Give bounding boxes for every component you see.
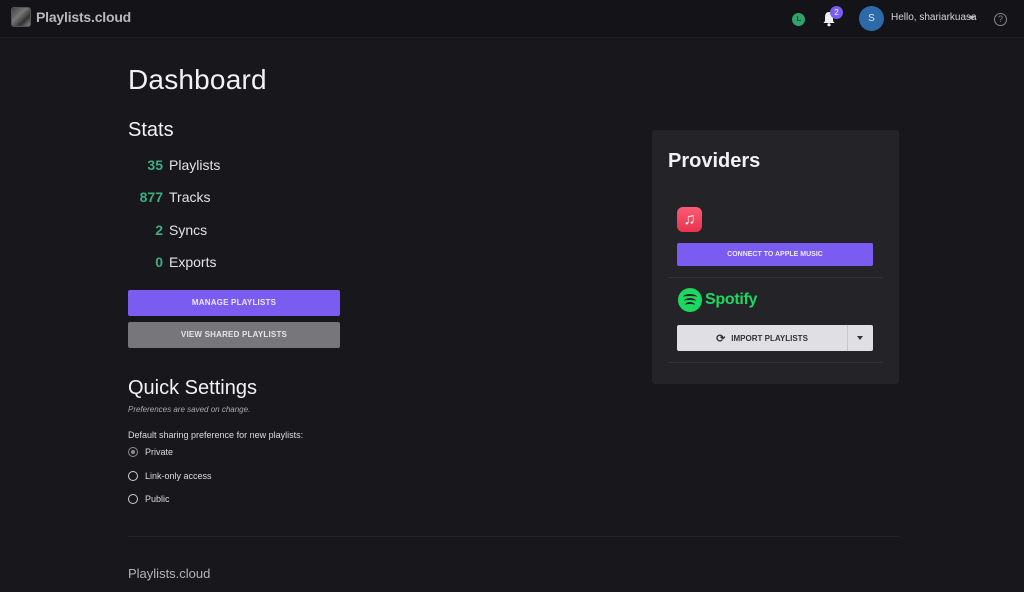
- avatar[interactable]: S: [859, 6, 884, 31]
- stat-value: 35: [147, 157, 163, 173]
- apple-music-icon: ♫: [677, 207, 702, 232]
- top-navbar: Playlists.cloud 2 S Hello, shariarkuasa …: [0, 0, 1024, 38]
- radio-link-only[interactable]: Link-only access: [128, 469, 212, 483]
- spotify-wordmark: Spotify: [705, 291, 758, 308]
- page-title: Dashboard: [128, 64, 267, 95]
- logo-icon: [11, 7, 31, 27]
- sharing-preference-label: Default sharing preference for new playl…: [128, 430, 304, 440]
- spotify-icon: [678, 288, 702, 312]
- providers-card: Providers ♫ CONNECT TO APPLE MUSIC Spoti…: [652, 130, 899, 384]
- quick-settings-heading: Quick Settings: [128, 377, 257, 399]
- brand-name: Playlists.cloud: [36, 9, 132, 25]
- footer-divider: [128, 536, 900, 537]
- stat-label: Exports: [169, 254, 217, 270]
- help-icon[interactable]: ?: [994, 13, 1007, 26]
- stat-label: Syncs: [169, 222, 208, 238]
- view-shared-playlists-button[interactable]: VIEW SHARED PLAYLISTS: [128, 322, 340, 348]
- stat-exports: 0 Exports: [128, 254, 328, 274]
- stat-syncs: 2 Syncs: [128, 222, 328, 242]
- radio-public[interactable]: Public: [128, 492, 170, 506]
- divider: [668, 277, 883, 278]
- radio-button[interactable]: [128, 447, 138, 457]
- stat-label: Tracks: [169, 189, 211, 205]
- spotify-logo: Spotify: [678, 288, 757, 312]
- providers-heading: Providers: [668, 150, 761, 172]
- import-dropdown-toggle[interactable]: [848, 325, 873, 351]
- divider: [668, 362, 883, 363]
- sync-icon: ⟳: [716, 332, 726, 345]
- stat-value: 877: [139, 189, 163, 205]
- footer-brand: Playlists.cloud: [128, 566, 211, 581]
- connect-apple-music-button[interactable]: CONNECT TO APPLE MUSIC: [677, 243, 873, 266]
- radio-button[interactable]: [128, 471, 138, 481]
- radio-label[interactable]: Link-only access: [145, 471, 212, 481]
- radio-label[interactable]: Private: [145, 447, 173, 457]
- manage-playlists-button[interactable]: MANAGE PLAYLISTS: [128, 290, 340, 316]
- user-menu-toggle[interactable]: Hello, shariarkuasa: [891, 12, 977, 23]
- import-playlists-button[interactable]: ⟳ IMPORT PLAYLISTS: [677, 325, 848, 351]
- radio-label[interactable]: Public: [145, 494, 170, 504]
- stat-value: 0: [155, 254, 163, 270]
- stats-heading: Stats: [128, 119, 174, 141]
- clock-icon[interactable]: [792, 13, 805, 26]
- stat-value: 2: [155, 222, 163, 238]
- notification-badge: 2: [830, 6, 843, 19]
- chevron-down-icon[interactable]: [969, 16, 975, 20]
- preferences-note: Preferences are saved on change.: [128, 405, 251, 414]
- radio-button[interactable]: [128, 494, 138, 504]
- stat-playlists: 35 Playlists: [128, 157, 328, 177]
- import-playlists-button-group: ⟳ IMPORT PLAYLISTS: [677, 325, 873, 351]
- brand-link[interactable]: Playlists.cloud: [11, 7, 131, 27]
- import-playlists-label: IMPORT PLAYLISTS: [731, 333, 808, 343]
- radio-private[interactable]: Private: [128, 445, 173, 459]
- stat-label: Playlists: [169, 157, 221, 173]
- stat-tracks: 877 Tracks: [128, 189, 328, 209]
